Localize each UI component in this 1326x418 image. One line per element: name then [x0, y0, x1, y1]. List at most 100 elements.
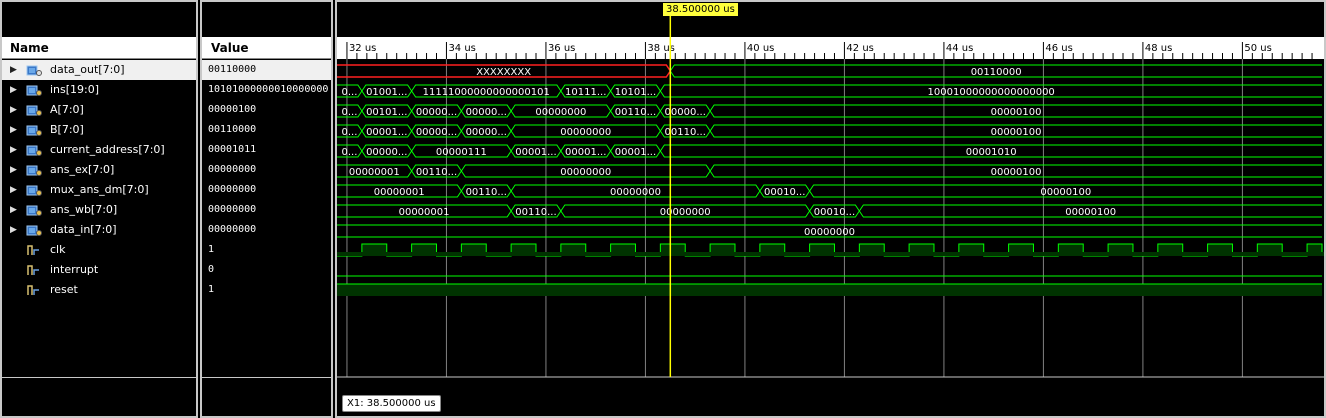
signal-name: ans_ex[7:0]: [50, 163, 115, 176]
signal-name: mux_ans_dm[7:0]: [50, 183, 149, 196]
bus-value-label: 00010...: [764, 187, 805, 198]
panel-divider: [202, 377, 331, 378]
signal-name: reset: [50, 283, 78, 296]
bus-value-label: 00000000: [660, 207, 711, 218]
signal-name-panel: Name ▶ data_out[7:0] ▶ ins[19:0] ▶ A[7:0] ▶ B[7…: [0, 0, 198, 418]
bus-value-label: 00000000: [560, 127, 611, 138]
expand-arrow-icon[interactable]: ▶: [10, 100, 17, 120]
bus-value-label: 0...: [341, 107, 357, 118]
bus-value-label: 00000...: [466, 107, 507, 118]
bus-value-label: 01001...: [366, 87, 407, 98]
ruler-tick-label: 48 us: [1145, 43, 1172, 54]
signal-value: 1: [208, 284, 215, 295]
signal-value: 00000000: [208, 224, 257, 235]
expand-arrow-icon[interactable]: ▶: [10, 120, 17, 140]
expand-arrow-icon[interactable]: ▶: [10, 220, 17, 240]
bus-value-label: 00000111: [436, 147, 487, 158]
bus-value-label: 0...: [341, 147, 357, 158]
bus-value-label: 00000...: [466, 127, 507, 138]
waveform-panel[interactable]: 32 us 34 us 36 us 38 us 40 us 42 us 44 us 46 us…: [335, 0, 1326, 418]
ruler-tick-label: 34 us: [448, 43, 475, 54]
signal-row[interactable]: ▶ ans_wb[7:0]: [2, 200, 196, 220]
bus-value-label: 00000...: [366, 147, 407, 158]
cursor-time-label[interactable]: 38.500000 us: [663, 3, 738, 16]
bus-value-label: 00000...: [416, 127, 457, 138]
bus-value-label: 0...: [341, 87, 357, 98]
signal-row[interactable]: clk: [2, 240, 196, 260]
signal-name: data_out[7:0]: [50, 63, 125, 76]
bus-value-label: 00001...: [565, 147, 606, 158]
signal-row[interactable]: interrupt: [2, 260, 196, 280]
bus-value-label: 10111...: [565, 87, 606, 98]
signal-row[interactable]: ▶ ins[19:0]: [2, 80, 196, 100]
bus-value-label: 0...: [341, 127, 357, 138]
bus-value-label: 00001...: [515, 147, 556, 158]
signal-name: clk: [50, 243, 66, 256]
bus-value-label: 00000100: [991, 127, 1042, 138]
signal-value: 0: [208, 264, 215, 275]
signal-row[interactable]: ▶ B[7:0]: [2, 120, 196, 140]
bus-value-label: 10001000000000000000: [928, 87, 1055, 98]
ruler-tick-label: 44 us: [946, 43, 973, 54]
expand-arrow-icon[interactable]: ▶: [10, 60, 17, 80]
bus-value-label: 00000001: [399, 207, 450, 218]
expand-arrow-icon[interactable]: ▶: [10, 200, 17, 220]
name-column-header[interactable]: Name: [2, 37, 196, 59]
bus-value-label: 00000000: [535, 107, 586, 118]
ruler-tick-label: 40 us: [747, 43, 774, 54]
signal-value: 00000000: [208, 204, 257, 215]
signal-row[interactable]: ▶ ans_ex[7:0]: [2, 160, 196, 180]
reset-high-fill: [337, 284, 1322, 296]
bus-value-label: 00101...: [366, 107, 407, 118]
signal-row[interactable]: ▶ mux_ans_dm[7:0]: [2, 180, 196, 200]
signal-value-panel: Value 00110000 10101000000010000000 000001…: [200, 0, 333, 418]
bus-value-label: 00000100: [991, 167, 1042, 178]
bus-value-label: 00000000: [560, 167, 611, 178]
bus-value-label: 00000100: [991, 107, 1042, 118]
signal-value: 00000100: [208, 104, 257, 115]
expand-arrow-icon[interactable]: ▶: [10, 140, 17, 160]
ruler-tick-label: 32 us: [349, 43, 376, 54]
expand-arrow-icon[interactable]: ▶: [10, 160, 17, 180]
bus-value-label: 00110...: [416, 167, 457, 178]
bus-value-label: 00110...: [515, 207, 556, 218]
expand-arrow-icon[interactable]: ▶: [10, 180, 17, 200]
bus-value-label: 00000001: [374, 187, 425, 198]
expand-arrow-icon[interactable]: ▶: [10, 80, 17, 100]
bus-value-label: 00000100: [1040, 187, 1091, 198]
waveform-canvas[interactable]: 32 us 34 us 36 us 38 us 40 us 42 us 44 us 46 us…: [337, 2, 1324, 416]
bus-value-label: 00000100: [1065, 207, 1116, 218]
bus-value-label: 00000000: [610, 187, 661, 198]
signal-row[interactable]: reset: [2, 280, 196, 300]
signal-value: 00000000: [208, 184, 257, 195]
signal-value: 00110000: [208, 124, 257, 135]
signal-value: 00001011: [208, 144, 257, 155]
bus-value-label: 00000001: [349, 167, 400, 178]
clock-low-fill: [337, 252, 1324, 256]
signal-row[interactable]: ▶ data_in[7:0]: [2, 220, 196, 240]
signal-value: 10101000000010000000: [208, 84, 329, 95]
value-column-header[interactable]: Value: [202, 37, 331, 59]
signal-value: 00000000: [208, 164, 257, 175]
bus-value-label: 00110000: [971, 67, 1022, 78]
signal-name: B[7:0]: [50, 123, 84, 136]
bus-value-label: 00001...: [366, 127, 407, 138]
bus-value-label: 00000...: [416, 107, 457, 118]
signal-name: current_address[7:0]: [50, 143, 165, 156]
ruler-tick-label: 36 us: [548, 43, 575, 54]
signal-name: data_in[7:0]: [50, 223, 117, 236]
ruler-tick-label: 46 us: [1045, 43, 1072, 54]
signal-name: A[7:0]: [50, 103, 84, 116]
bus-value-label: XXXXXXXX: [476, 67, 531, 78]
signal-row[interactable]: ▶ data_out[7:0]: [2, 60, 196, 80]
signal-value: 00110000: [202, 60, 331, 80]
signal-row[interactable]: ▶ A[7:0]: [2, 100, 196, 120]
time-ruler[interactable]: [337, 37, 1324, 59]
signal-row[interactable]: ▶ current_address[7:0]: [2, 140, 196, 160]
signal-value: 1: [208, 244, 215, 255]
signal-name: ans_wb[7:0]: [50, 203, 118, 216]
ruler-tick-label: 50 us: [1244, 43, 1271, 54]
bus-value-label: 00110...: [466, 187, 507, 198]
bus-value-label: 00010...: [814, 207, 855, 218]
bus-value-label: 10101...: [615, 87, 656, 98]
